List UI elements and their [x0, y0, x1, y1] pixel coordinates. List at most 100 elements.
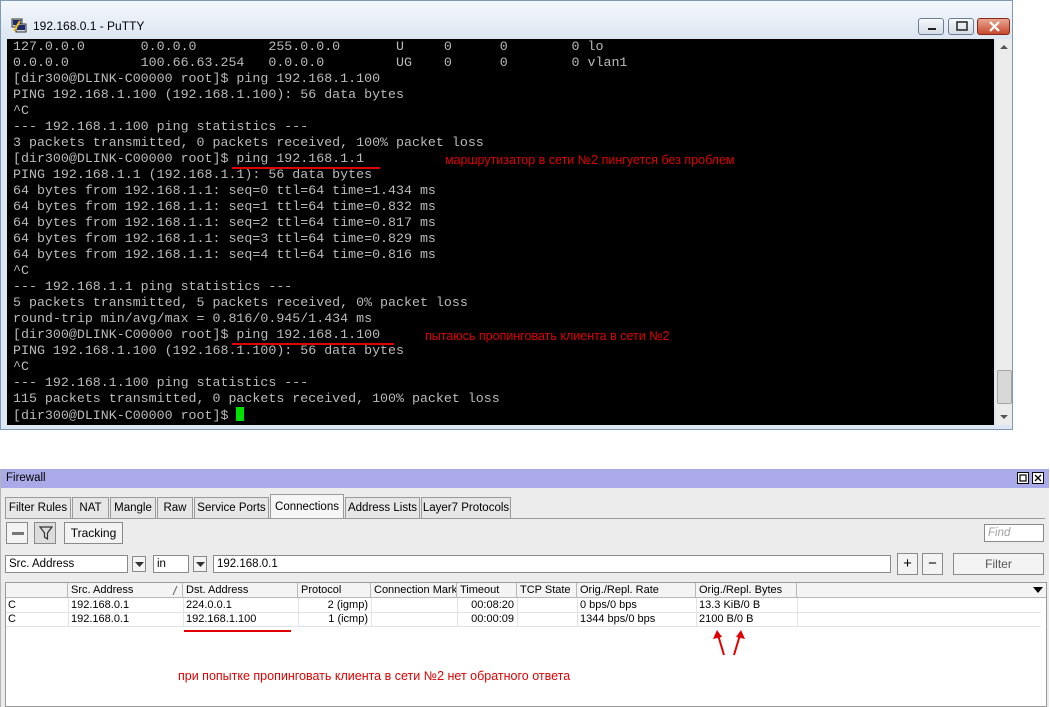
column-header-rate[interactable]: Orig./Repl. Rate [577, 583, 696, 598]
filter-operator-select[interactable]: in [153, 555, 189, 573]
terminal-line: 5 packets transmitted, 5 packets receive… [13, 295, 468, 310]
annotation-router-ok: маршрутизатор в сети №2 пингуется без пр… [445, 153, 735, 167]
column-header-src-address[interactable]: Src. Address [68, 583, 183, 598]
firewall-titlebar[interactable]: Firewall [1, 469, 1049, 488]
cell-src: 192.168.0.1 [71, 599, 130, 611]
scrollbar-thumb[interactable] [997, 370, 1012, 404]
filter-operator-dropdown[interactable] [193, 556, 207, 572]
sort-icon [172, 586, 178, 595]
close-button[interactable] [977, 18, 1010, 35]
maximize-button[interactable] [948, 18, 974, 35]
red-underline-dst-address [184, 630, 291, 632]
cell-protocol: 1 (icmp) [328, 613, 368, 625]
terminal-line: --- 192.168.1.100 ping statistics --- [13, 119, 309, 134]
column-divider [68, 598, 69, 626]
tab-nat[interactable]: NAT [72, 497, 109, 518]
terminal-line: [dir300@DLINK-C00000 root]$ ping 192.168… [13, 71, 381, 86]
tracking-button[interactable]: Tracking [64, 522, 123, 544]
filter-apply-button[interactable]: Filter [953, 553, 1044, 575]
add-filter-button[interactable]: + [897, 553, 918, 575]
terminal-line: round-trip min/avg/max = 0.816/0.945/1.4… [13, 311, 373, 326]
scroll-up-icon[interactable] [996, 39, 1012, 55]
terminal-line: ^C [13, 103, 29, 118]
terminal-line: PING 192.168.1.100 (192.168.1.100): 56 d… [13, 343, 404, 358]
tab-filter-rules[interactable]: Filter Rules [5, 497, 71, 518]
cell-mark [374, 598, 454, 613]
filter-field-select[interactable]: Src. Address [5, 555, 128, 573]
tab-connections[interactable]: Connections [270, 494, 344, 519]
columns-menu-icon[interactable] [1033, 587, 1043, 594]
terminal-line: 64 bytes from 192.168.1.1: seq=2 ttl=64 … [13, 215, 436, 230]
filter-toggle-button[interactable] [34, 522, 56, 544]
remove-filter-button[interactable]: − [922, 553, 943, 575]
tab-raw[interactable]: Raw [157, 497, 193, 518]
annotation-no-reply: при попытке пропинговать клиента в сети … [178, 669, 571, 683]
column-divider [797, 598, 798, 626]
column-header-protocol[interactable]: Protocol [298, 583, 371, 598]
terminal-line: ^C [13, 263, 29, 278]
filter-value-input[interactable]: 192.168.0.1 [213, 555, 891, 573]
tab-layer7-protocols[interactable]: Layer7 Protocols [421, 497, 511, 518]
column-header-connection-mark[interactable]: Connection Mark [371, 583, 457, 598]
terminal-line: 0.0.0.0 100.66.63.254 0.0.0.0 UG 0 0 0 v… [13, 55, 628, 70]
tab-address-lists[interactable]: Address Lists [345, 497, 420, 518]
remove-button[interactable] [6, 522, 28, 544]
column-divider [183, 598, 184, 626]
cell-bytes: 2100 B/0 B [699, 613, 754, 625]
column-divider [696, 598, 697, 626]
cell-protocol: 2 (igmp) [327, 599, 368, 611]
row-divider [6, 626, 1041, 627]
cell-dst: 224.0.0.1 [186, 599, 232, 611]
cell-rate: 0 bps/0 bps [580, 599, 637, 611]
minus-icon [12, 532, 24, 535]
terminal-scrollbar[interactable] [996, 39, 1012, 425]
column-header-bytes[interactable]: Orig./Repl. Bytes [696, 583, 797, 598]
cell-flag: C [8, 599, 16, 611]
maximize-icon [1019, 474, 1027, 482]
filter-field-dropdown[interactable] [132, 556, 146, 572]
annotation-client-ping: пытаюсь пропинговать клиента в сети №2 [425, 329, 670, 343]
cell-src: 192.168.0.1 [71, 613, 130, 625]
cell-mark [374, 612, 454, 627]
close-icon [1034, 474, 1042, 482]
column-header-timeout[interactable]: Timeout [457, 583, 517, 598]
terminal-screen[interactable]: 127.0.0.0 0.0.0.0 255.0.0.0 U 0 0 0 lo 0… [7, 39, 994, 425]
cell-tcp-state [520, 612, 575, 627]
terminal-line: PING 192.168.1.100 (192.168.1.100): 56 d… [13, 87, 404, 102]
terminal-line: --- 192.168.1.1 ping statistics --- [13, 279, 293, 294]
firewall-title: Firewall [6, 472, 46, 484]
terminal-line: [dir300@DLINK-C00000 root]$ ping 192.168… [13, 151, 365, 166]
red-underline-router-ping [232, 167, 380, 169]
firewall-window: Firewall Filter Rules NAT Mangle Raw Ser… [0, 469, 1049, 707]
putty-window: 192.168.0.1 - PuTTY 127.0.0.0 0.0.0.0 25… [0, 0, 1013, 430]
cell-tcp-state [520, 598, 575, 613]
terminal-prompt: [dir300@DLINK-C00000 root]$ [13, 408, 237, 423]
minimize-button[interactable] [918, 18, 944, 35]
scroll-down-icon[interactable] [996, 409, 1012, 425]
chevron-down-icon [135, 562, 144, 567]
column-header-filler [797, 583, 1046, 598]
column-divider [298, 598, 299, 626]
terminal-line: ^C [13, 359, 29, 374]
column-header-dst-address[interactable]: Dst. Address [183, 583, 298, 598]
firewall-maximize-button[interactable] [1017, 472, 1029, 484]
putty-titlebar[interactable]: 192.168.0.1 - PuTTY [1, 1, 1012, 39]
terminal-line: 127.0.0.0 0.0.0.0 255.0.0.0 U 0 0 0 lo [13, 39, 604, 54]
terminal-line: 64 bytes from 192.168.1.1: seq=4 ttl=64 … [13, 247, 436, 262]
tab-service-ports[interactable]: Service Ports [194, 497, 269, 518]
cell-timeout: 00:00:09 [471, 613, 514, 625]
column-header-flags[interactable] [6, 583, 68, 598]
red-arrows-icon [713, 630, 745, 656]
cell-flag: C [8, 613, 16, 625]
chevron-down-icon [196, 562, 205, 567]
connections-table: Src. Address Dst. Address Protocol Conne… [5, 582, 1047, 707]
firewall-close-button[interactable] [1032, 472, 1044, 484]
column-header-tcp-state[interactable]: TCP State [517, 583, 577, 598]
terminal-line: 3 packets transmitted, 0 packets receive… [13, 135, 484, 150]
terminal-line: 64 bytes from 192.168.1.1: seq=0 ttl=64 … [13, 183, 436, 198]
close-icon [989, 21, 1000, 32]
tab-mangle[interactable]: Mangle [110, 497, 156, 518]
find-input[interactable]: Find [984, 524, 1044, 542]
column-divider [577, 598, 578, 626]
terminal-line: --- 192.168.1.100 ping statistics --- [13, 375, 309, 390]
